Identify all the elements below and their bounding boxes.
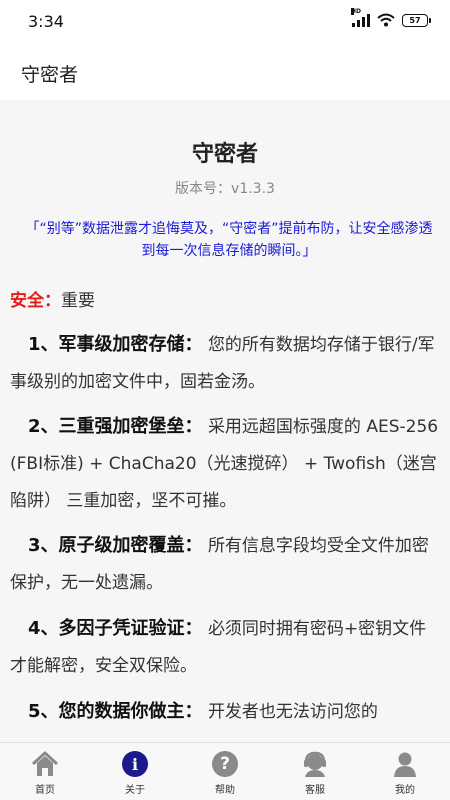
about-content[interactable]: 守密者 版本号：v1.3.3 「“别等”数据泄露才追悔莫及，“守密者”提前布防，… — [0, 100, 450, 742]
status-icons: HD 57 — [351, 8, 431, 27]
help-icon: ? — [211, 750, 239, 778]
slogan-text: 「“别等”数据泄露才追悔莫及，“守密者”提前布防，让安全感渗透到每一次信息存储的… — [25, 221, 433, 259]
feature-item: 4、多因子凭证验证： 必须同时拥有密码+密钥文件才能解密，安全双保险。 — [10, 610, 440, 685]
app-title: 守密者 — [21, 64, 79, 86]
bottom-nav: 首页 i 关于 ? 帮助 客服 我的 — [0, 742, 450, 800]
feature-item: 3、原子级加密覆盖： 所有信息字段均受全文件加密保护，无一处遗漏。 — [10, 527, 440, 602]
page-title: 守密者 — [191, 142, 258, 167]
wifi-icon — [377, 13, 395, 27]
feature-title: 2、三重强加密堡垒： — [28, 416, 203, 437]
nav-item-customer-service[interactable]: 客服 — [270, 743, 360, 800]
nav-item-about[interactable]: i 关于 — [90, 743, 180, 800]
app-header: 守密者 — [0, 44, 450, 100]
status-time: 3:34 — [28, 12, 64, 31]
nav-item-profile[interactable]: 我的 — [360, 743, 450, 800]
feature-item: 2、三重强加密堡垒： 采用远超国标强度的 AES-256 (FBI标准) + C… — [10, 408, 440, 520]
nav-item-home[interactable]: 首页 — [0, 743, 90, 800]
nav-label: 我的 — [395, 785, 415, 796]
version-text: 版本号：v1.3.3 — [175, 181, 275, 197]
feature-title: 3、原子级加密覆盖： — [28, 535, 203, 556]
nav-item-help[interactable]: ? 帮助 — [180, 743, 270, 800]
feature-title: 5、您的数据你做主： — [28, 701, 203, 722]
profile-icon — [391, 750, 419, 778]
battery-icon: 57 — [402, 13, 431, 27]
nav-label: 关于 — [125, 785, 145, 796]
feature-title: 4、多因子凭证验证： — [28, 618, 203, 639]
nav-label: 首页 — [35, 785, 55, 796]
nav-label: 客服 — [305, 785, 325, 796]
nav-label: 帮助 — [215, 785, 235, 796]
security-label: 安全： — [10, 291, 61, 311]
feature-item: 1、军事级加密存储： 您的所有数据均存储于银行/军事级别的加密文件中，固若金汤。 — [10, 326, 440, 401]
status-bar: 3:34 HD 57 — [0, 0, 450, 44]
home-icon — [31, 750, 59, 778]
network-type-label: HD — [351, 8, 362, 15]
feature-item: 5、您的数据你做主： 开发者也无法访问您的 — [10, 693, 440, 731]
customer-service-icon — [301, 750, 329, 778]
info-icon: i — [121, 750, 149, 778]
cellular-signal-icon: HD — [351, 8, 370, 27]
security-value: 重要 — [61, 291, 95, 311]
security-level: 安全：重要 — [10, 283, 440, 320]
feature-title: 1、军事级加密存储： — [28, 334, 203, 355]
feature-text: 开发者也无法访问您的 — [207, 702, 378, 722]
